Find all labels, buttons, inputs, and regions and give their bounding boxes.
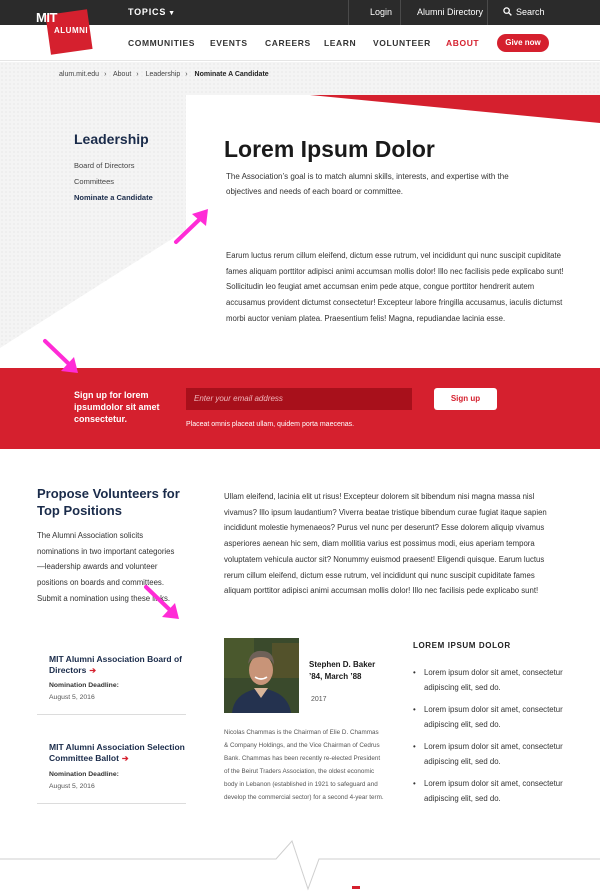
topics-menu[interactable]: TOPICS ▼ xyxy=(128,7,176,17)
chevron-right-icon: › xyxy=(185,71,188,78)
breadcrumb-about[interactable]: About xyxy=(113,71,131,78)
signup-note: Placeat omnis placeat ullam, quidem port… xyxy=(186,421,355,428)
annotation-arrow-icon xyxy=(43,339,78,373)
divider xyxy=(37,803,186,804)
nomination-link-selection[interactable]: MIT Alumni Association Selection Committ… xyxy=(49,742,189,764)
search-icon xyxy=(503,7,512,16)
list-title: LOREM IPSUM DOLOR xyxy=(413,641,511,650)
annotation-arrow-icon xyxy=(174,209,208,244)
search-label: Search xyxy=(516,7,545,17)
deadline-date: August 5, 2016 xyxy=(49,783,95,790)
profile-photo xyxy=(224,638,299,713)
nav-volunteer[interactable]: VOLUNTEER xyxy=(373,38,431,48)
bullet-icon: • xyxy=(413,779,416,788)
sidebar-item-committees[interactable]: Committees xyxy=(74,177,114,186)
divider xyxy=(37,714,186,715)
login-link[interactable]: Login xyxy=(370,7,392,17)
nomination-link-board[interactable]: MIT Alumni Association Board of Director… xyxy=(49,654,189,676)
signup-title: Sign up for lorem ipsumdolor sit amet co… xyxy=(74,390,160,424)
divider xyxy=(348,0,349,25)
profile-year: 2017 xyxy=(311,696,327,703)
footer-decoration-line xyxy=(0,840,600,891)
list-item: • Lorem ipsum dolor sit amet, consectetur… xyxy=(413,702,573,732)
nomination-link-label: MIT Alumni Association Selection Committ… xyxy=(49,742,185,763)
give-now-button[interactable]: Give now xyxy=(497,34,549,52)
sidebar-title: Leadership xyxy=(74,131,149,147)
nav-events[interactable]: EVENTS xyxy=(210,38,248,48)
propose-title: Propose Volunteers for Top Positions xyxy=(37,486,180,518)
logo-alumni-text: ALUMNI xyxy=(54,26,89,35)
deadline-date: August 5, 2016 xyxy=(49,694,95,701)
main-body-text: Ullam eleifend, lacinia elit ut risus! E… xyxy=(224,492,547,596)
page-title: Lorem Ipsum Dolor xyxy=(224,136,435,162)
sidebar-item-board-of-directors[interactable]: Board of Directors xyxy=(74,161,134,170)
deadline-label: Nomination Deadline: xyxy=(49,771,119,778)
arrow-right-icon: ➔ xyxy=(89,666,97,675)
list-item-text: Lorem ipsum dolor sit amet, consectetur … xyxy=(424,705,563,729)
profile-name: Stephen D. Baker ’84, March ’88 xyxy=(309,660,376,681)
list-item-text: Lorem ipsum dolor sit amet, consectetur … xyxy=(424,779,563,803)
signup-button[interactable]: Sign up xyxy=(434,388,497,410)
topics-label: TOPICS xyxy=(128,7,167,17)
chevron-right-icon: › xyxy=(136,71,139,78)
breadcrumb-current: Nominate A Candidate xyxy=(194,71,269,78)
utility-bar: TOPICS ▼ Login Alumni Directory Search xyxy=(0,0,600,25)
logo-mit-text: MIT xyxy=(36,10,57,25)
bullet-icon: • xyxy=(413,668,416,677)
hero-body-text: Earum luctus rerum cillum eleifend, dict… xyxy=(226,251,564,323)
divider xyxy=(487,0,488,25)
annotation-arrow-icon xyxy=(144,585,179,619)
nav-careers[interactable]: CAREERS xyxy=(265,38,311,48)
search-button[interactable]: Search xyxy=(503,7,545,17)
nav-communities[interactable]: COMMUNITIES xyxy=(128,38,195,48)
deadline-label: Nomination Deadline: xyxy=(49,682,119,689)
email-input[interactable]: Enter your email address xyxy=(186,388,412,410)
breadcrumb-leadership[interactable]: Leadership xyxy=(146,71,181,78)
chevron-right-icon: › xyxy=(104,71,107,78)
list-item-text: Lorem ipsum dolor sit amet, consectetur … xyxy=(424,668,563,692)
breadcrumb-home[interactable]: alum.mit.edu xyxy=(59,71,99,78)
arrow-right-icon: ➔ xyxy=(121,754,129,763)
breadcrumb: alum.mit.edu › About › Leadership › Nominat… xyxy=(59,71,274,78)
bullet-icon: • xyxy=(413,742,416,751)
sidebar-item-nominate[interactable]: Nominate a Candidate xyxy=(74,193,153,202)
alumni-directory-link[interactable]: Alumni Directory xyxy=(417,7,483,17)
chevron-down-icon: ▼ xyxy=(168,10,176,17)
list-item-text: Lorem ipsum dolor sit amet, consectetur … xyxy=(424,742,563,766)
nomination-link-label: MIT Alumni Association Board of Director… xyxy=(49,654,183,675)
nav-learn[interactable]: LEARN xyxy=(324,38,356,48)
hero-description: The Association’s goal is to match alumn… xyxy=(226,172,509,196)
divider xyxy=(400,0,401,25)
profile-bio: Nicolas Chammas is the Chairman of Elie … xyxy=(224,729,384,801)
list-item: • Lorem ipsum dolor sit amet, consectetur… xyxy=(413,776,573,806)
nav-about[interactable]: ABOUT xyxy=(446,38,479,48)
bullet-icon: • xyxy=(413,705,416,714)
list-item: • Lorem ipsum dolor sit amet, consectetur… xyxy=(413,665,573,695)
decorative-red-stripe xyxy=(310,95,600,123)
list-item: • Lorem ipsum dolor sit amet, consectetur… xyxy=(413,739,573,769)
